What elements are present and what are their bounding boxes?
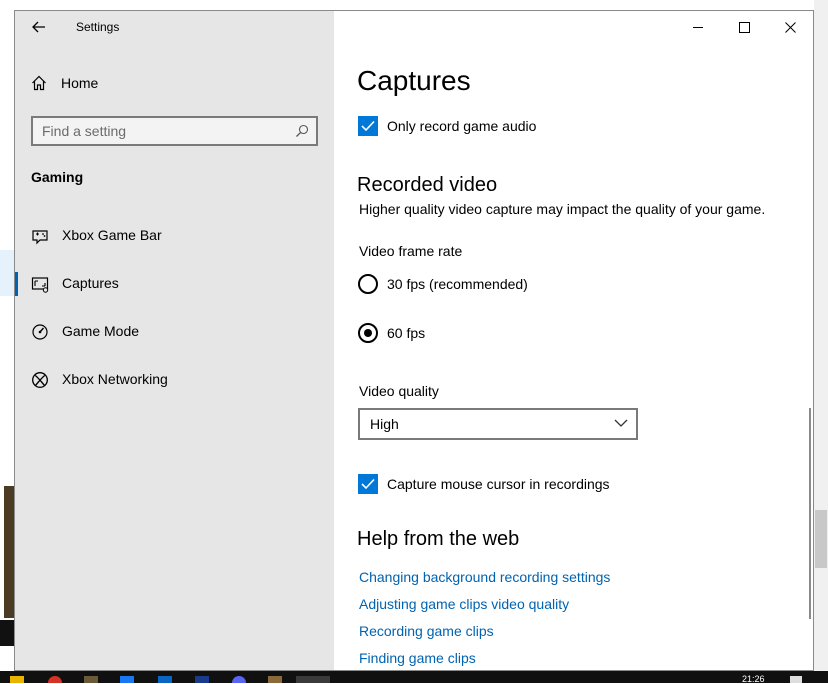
maximize-icon <box>738 21 750 33</box>
background-selection <box>0 250 14 296</box>
minimize-icon <box>693 27 703 28</box>
game-mode-icon <box>32 324 48 340</box>
linkedin-icon[interactable] <box>158 676 172 683</box>
back-arrow-icon <box>32 21 45 33</box>
checkbox-label: Capture mouse cursor in recordings <box>387 476 610 492</box>
back-button[interactable] <box>25 15 53 39</box>
xbox-icon <box>32 372 48 388</box>
background-scrollbar-thumb <box>815 510 827 568</box>
search-placeholder: Find a setting <box>42 123 127 139</box>
background-thumbnail <box>4 486 14 618</box>
background-window <box>0 0 14 683</box>
maximize-button[interactable] <box>721 11 767 43</box>
link-finding-game-clips[interactable]: Finding game clips <box>359 650 476 666</box>
radio-60-fps[interactable]: 60 fps <box>358 322 425 344</box>
sidebar-item-home[interactable]: Home <box>31 72 98 94</box>
checkmark-icon <box>361 478 375 490</box>
discord-icon[interactable] <box>232 676 246 683</box>
app-icon[interactable] <box>84 676 98 683</box>
video-quality-label: Video quality <box>359 383 439 399</box>
sidebar-item-label: Xbox Game Bar <box>62 227 162 243</box>
background-dark-strip <box>0 620 14 646</box>
close-button[interactable] <box>767 11 813 43</box>
help-from-the-web-heading: Help from the web <box>357 528 520 550</box>
only-record-game-audio-checkbox[interactable]: Only record game audio <box>358 115 536 137</box>
app-icon-3[interactable] <box>268 676 282 683</box>
file-explorer-icon[interactable] <box>10 676 24 683</box>
video-frame-rate-label: Video frame rate <box>359 243 463 259</box>
checkbox-box[interactable] <box>358 474 378 494</box>
scrollbar[interactable] <box>809 408 811 619</box>
title-bar: Settings <box>15 11 334 43</box>
radio-button[interactable] <box>358 274 378 294</box>
sidebar-item-game-mode[interactable]: Game Mode <box>15 312 334 352</box>
sidebar-item-label: Game Mode <box>62 323 140 339</box>
capture-mouse-cursor-checkbox[interactable]: Capture mouse cursor in recordings <box>358 473 610 495</box>
sidebar-item-captures[interactable]: Captures <box>15 264 334 304</box>
page-title: Captures <box>357 65 471 96</box>
radio-label: 30 fps (recommended) <box>387 276 528 292</box>
search-input[interactable]: Find a setting <box>31 116 318 146</box>
link-changing-background-recording-settings[interactable]: Changing background recording settings <box>359 569 610 585</box>
link-adjusting-game-clips-video-quality[interactable]: Adjusting game clips video quality <box>359 596 569 612</box>
sidebar-item-label: Captures <box>62 275 119 291</box>
sidebar-item-xbox-game-bar[interactable]: Xbox Game Bar <box>15 216 334 256</box>
minimize-button[interactable] <box>675 11 721 43</box>
chrome-icon[interactable] <box>48 676 62 683</box>
link-recording-game-clips[interactable]: Recording game clips <box>359 623 494 639</box>
app-title: Settings <box>76 20 120 34</box>
settings-taskbar-button[interactable] <box>296 676 330 683</box>
home-label: Home <box>61 75 99 91</box>
checkbox-box[interactable] <box>358 116 378 136</box>
search-icon[interactable] <box>295 124 309 138</box>
main-content: Captures Only record game audio Recorded… <box>334 11 813 670</box>
radio-button[interactable] <box>358 323 378 343</box>
checkmark-icon <box>361 120 375 132</box>
recorded-video-heading: Recorded video <box>357 174 498 196</box>
captures-icon <box>31 277 49 293</box>
chevron-down-icon <box>614 419 628 427</box>
home-icon <box>32 75 46 91</box>
video-quality-value: High <box>370 416 399 432</box>
checkbox-label: Only record game audio <box>387 118 537 134</box>
sidebar-item-xbox-networking[interactable]: Xbox Networking <box>15 360 334 400</box>
notifications-icon[interactable] <box>790 676 802 683</box>
facebook-icon[interactable] <box>120 676 134 683</box>
radio-label: 60 fps <box>387 325 426 341</box>
background-window-right <box>814 0 828 671</box>
close-icon <box>784 21 796 33</box>
xbox-game-bar-icon <box>32 230 48 245</box>
video-quality-dropdown[interactable]: High <box>358 408 638 440</box>
app-icon-2[interactable] <box>195 676 209 683</box>
recorded-video-description: Higher quality video capture may impact … <box>359 201 766 217</box>
sidebar-item-label: Xbox Networking <box>62 371 168 387</box>
taskbar-clock: 21:26 <box>742 674 765 684</box>
radio-30-fps[interactable]: 30 fps (recommended) <box>358 273 528 295</box>
taskbar: 21:26 <box>0 671 828 684</box>
sidebar: Settings Home Find a setting Gaming Xbox… <box>15 11 334 670</box>
settings-window: Settings Home Find a setting Gaming Xbox… <box>14 10 814 671</box>
section-title-gaming: Gaming <box>31 169 84 185</box>
